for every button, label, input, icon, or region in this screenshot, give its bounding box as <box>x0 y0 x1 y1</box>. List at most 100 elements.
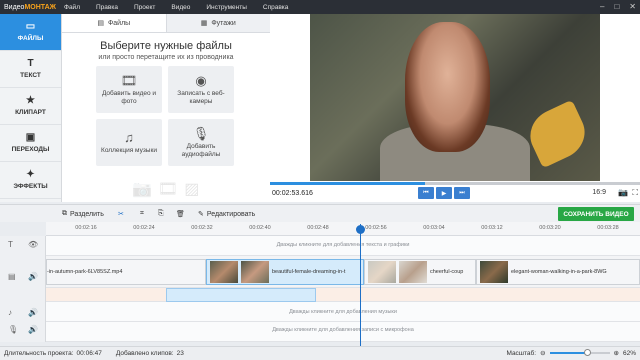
video-clip-selected[interactable]: beautiful-female-dreaming-in-t <box>206 259 364 285</box>
timecode: 00:02:53.616 <box>272 190 313 197</box>
edit-icon: ✎ <box>198 211 204 218</box>
music-track[interactable]: Дважды кликните для добавления музыки <box>46 302 640 322</box>
video-person-shape <box>405 22 490 152</box>
video-clip[interactable]: elegant-woman-walking-in-a-park-8WG <box>476 259 640 285</box>
minimize-icon[interactable]: – <box>600 2 604 11</box>
camera-icon: 📷 <box>132 181 152 198</box>
star-icon: ★ <box>26 95 35 106</box>
add-video-photo-button[interactable]: 🎞 Добавить видео и фото <box>96 66 162 113</box>
maximize-icon[interactable]: □ <box>614 2 619 11</box>
tab-files[interactable]: ▤ Файлы <box>62 14 167 32</box>
eye-icon[interactable]: 👁 <box>28 240 38 249</box>
clip-name: -in-autumn-park-6LV85SZ.mp4 <box>47 269 123 275</box>
clip-audio-track[interactable] <box>46 288 640 302</box>
tile-label: Записать с веб-камеры <box>177 89 225 105</box>
image-icon: ▨ <box>184 181 200 198</box>
sidebar-item-effects[interactable]: ✦ ЭФФЕКТЫ <box>0 162 61 199</box>
video-clip[interactable]: cheerful-coup <box>364 259 476 285</box>
menu-project[interactable]: Проект <box>126 4 163 11</box>
menu-help[interactable]: Справка <box>255 4 297 11</box>
clip-thumbnail <box>241 261 269 283</box>
tab-footage[interactable]: ▦ Футажи <box>166 14 270 32</box>
aspect-ratio-selector[interactable]: 16:9 <box>592 189 606 196</box>
ruler-tick: 00:03:28 <box>597 225 619 231</box>
zoom-label: Масштаб: <box>506 349 537 357</box>
menu-tools[interactable]: Инструменты <box>198 4 255 11</box>
ruler-tick: 00:03:04 <box>423 225 445 231</box>
previous-button[interactable]: ⏮ <box>418 187 434 199</box>
clip-thumbnail <box>399 261 427 283</box>
playhead[interactable] <box>360 224 361 346</box>
window-controls: – □ ✕ <box>600 2 636 11</box>
play-icon: ▶ <box>441 190 447 197</box>
film-icon: 🎞 <box>157 181 179 198</box>
record-webcam-button[interactable]: ◉ Записать с веб-камеры <box>168 66 234 113</box>
files-panel: ▤ Файлы ▦ Футажи Выберите нужные файлы и… <box>62 14 270 202</box>
ruler-tick: 00:02:56 <box>365 225 387 231</box>
sidebar-item-clipart[interactable]: ★ КЛИПАРТ <box>0 88 61 125</box>
footage-icon: ▦ <box>200 20 208 27</box>
menu-file[interactable]: Файл <box>56 4 88 11</box>
video-frame[interactable] <box>310 14 600 181</box>
fullscreen-icon[interactable]: ⛶ <box>632 188 638 198</box>
film-icon: 🎞 <box>120 72 138 88</box>
sidebar-item-transitions[interactable]: ▣ ПЕРЕХОДЫ <box>0 125 61 162</box>
crop-button[interactable]: ⌗ <box>140 208 144 220</box>
scissors-icon: ✂ <box>118 211 124 218</box>
ruler-tick: 00:02:48 <box>307 225 329 231</box>
ruler-tick: 00:02:16 <box>75 225 97 231</box>
zoom-in-icon[interactable]: ⊕ <box>614 349 619 357</box>
clip-name: beautiful-female-dreaming-in-t <box>272 269 346 275</box>
zoom-out-icon[interactable]: ⊖ <box>540 349 545 357</box>
video-track: -in-autumn-park-6LV85SZ.mp4 beautiful-fe… <box>46 256 640 288</box>
text-track[interactable]: Дважды кликните для добавления текста и … <box>46 236 640 256</box>
ruler-tick: 00:03:20 <box>539 225 561 231</box>
clips-count-value: 23 <box>176 350 184 357</box>
copy-button[interactable]: ⎘ <box>158 208 164 220</box>
sidebar-item-files[interactable]: ▭ ФАЙЛЫ <box>0 14 61 51</box>
speaker-icon[interactable]: 🔊 <box>28 308 38 317</box>
tab-label: Футажи <box>211 19 236 27</box>
menu-video[interactable]: Видео <box>163 4 198 11</box>
add-audio-button[interactable]: 🎙 Добавить аудиофайлы <box>168 119 234 166</box>
ruler-tick: 00:03:12 <box>481 225 503 231</box>
close-icon[interactable]: ✕ <box>629 2 636 11</box>
save-video-button[interactable]: СОХРАНИТЬ ВИДЕО <box>558 207 634 221</box>
speaker-icon[interactable]: 🔊 <box>28 325 38 334</box>
playhead-handle[interactable] <box>356 225 365 234</box>
selected-clip-audio[interactable] <box>166 288 316 302</box>
music-collection-button[interactable]: ♫ Коллекция музыки <box>96 119 162 166</box>
clip-thumbnail <box>368 261 396 283</box>
edit-label: Редактировать <box>206 210 256 218</box>
edit-button[interactable]: ✎ Редактировать <box>198 208 255 220</box>
microphone-icon: 🎙 <box>192 125 210 141</box>
delete-button[interactable]: 🗑 <box>176 208 185 220</box>
next-button[interactable]: ⏭ <box>454 187 470 199</box>
duration-value: 00:06:47 <box>76 350 102 357</box>
preview-icons: 📷 ⛶ <box>618 188 638 198</box>
player-controls: 00:02:53.616 ⏮ ▶ ⏭ 16:9 📷 ⛶ <box>270 185 640 202</box>
transitions-icon: ▣ <box>25 132 36 143</box>
mic-track-hint: Дважды кликните для добавления записи с … <box>272 327 414 333</box>
music-track-icon: ♪ <box>8 308 12 317</box>
mic-track[interactable]: Дважды кликните для добавления записи с … <box>46 322 640 342</box>
copy-icon: ⎘ <box>158 210 164 217</box>
snapshot-icon[interactable]: 📷 <box>618 188 628 198</box>
sidebar-item-label: ФАЙЛЫ <box>17 35 44 42</box>
zoom-slider-handle[interactable] <box>583 349 591 356</box>
cut-button[interactable]: ✂ <box>118 208 124 220</box>
menu-edit[interactable]: Правка <box>88 4 126 11</box>
zoom-slider[interactable] <box>549 349 610 356</box>
sidebar-item-text[interactable]: T ТЕКСТ <box>0 51 61 88</box>
speaker-icon[interactable]: 🔊 <box>28 272 38 281</box>
text-track-icon: T <box>8 240 13 249</box>
panel-subheading: или просто перетащите их из проводника <box>98 54 234 61</box>
folder-icon: ▭ <box>25 21 36 32</box>
timeline-toolbar: ⧉ Разделить ✂ ⌗ ⎘ 🗑 ✎ Редактировать СОХР… <box>0 204 640 222</box>
video-clip[interactable]: -in-autumn-park-6LV85SZ.mp4 <box>46 259 206 285</box>
zoom-slider-fill <box>549 352 587 354</box>
split-button[interactable]: ⧉ Разделить <box>62 208 104 220</box>
effects-icon: ✦ <box>26 169 35 180</box>
timeline-ruler[interactable]: 00:02:16 00:02:24 00:02:32 00:02:40 00:0… <box>46 222 640 236</box>
play-button[interactable]: ▶ <box>436 187 452 199</box>
